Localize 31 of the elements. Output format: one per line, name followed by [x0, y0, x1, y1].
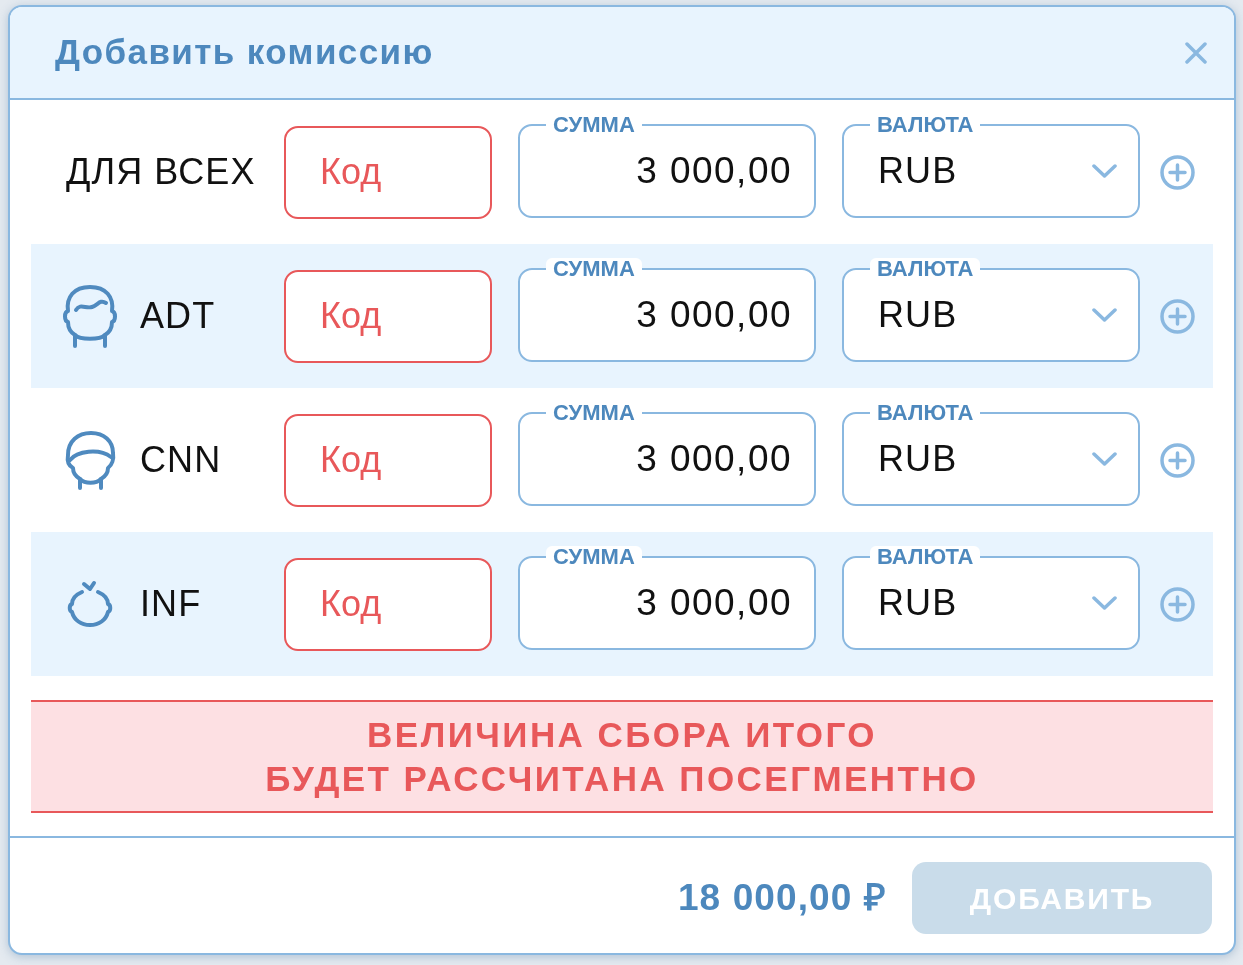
currency-select[interactable]: ВАЛЮТА RUB: [842, 114, 1140, 218]
currency-select[interactable]: ВАЛЮТА RUB: [842, 258, 1140, 362]
infant-head-icon: [66, 580, 114, 628]
plus-circle-icon[interactable]: [1160, 442, 1195, 478]
plus-circle-icon[interactable]: [1160, 298, 1195, 334]
code-field[interactable]: Код: [284, 125, 492, 219]
currency-select[interactable]: ВАЛЮТА RUB: [842, 546, 1140, 650]
passenger-type-label: ADT: [140, 294, 216, 338]
currency-select[interactable]: ВАЛЮТА RUB: [842, 402, 1140, 506]
child-head-icon: [63, 429, 117, 491]
code-field[interactable]: Код: [284, 269, 492, 363]
adult-head-icon: [62, 283, 118, 349]
close-icon[interactable]: [1185, 41, 1207, 64]
chevron-down-icon: [1092, 308, 1117, 322]
warning-message: ВЕЛИЧИНА СБОРА ИТОГО БУДЕТ РАССЧИТАНА ПОСЕГМЕНТНО: [31, 700, 1213, 813]
chevron-down-icon: [1092, 452, 1117, 466]
passenger-type-label: INF: [140, 582, 202, 626]
code-field[interactable]: Код: [284, 413, 492, 507]
amount-field[interactable]: СУММА 3 000,00: [518, 114, 816, 218]
total-amount: 18 000,00 ₽: [677, 876, 887, 921]
code-field[interactable]: Код: [284, 557, 492, 651]
chevron-down-icon: [1092, 164, 1117, 178]
plus-circle-icon[interactable]: [1160, 154, 1195, 190]
passenger-type-label: ДЛЯ ВСЕХ: [66, 150, 256, 194]
amount-field[interactable]: СУММА 3 000,00: [518, 402, 816, 506]
chevron-down-icon: [1092, 596, 1117, 610]
plus-circle-icon[interactable]: [1160, 586, 1195, 622]
amount-field[interactable]: СУММА 3 000,00: [518, 546, 816, 650]
passenger-type-label: CNN: [140, 438, 222, 482]
dialog-title: Добавить комиссию: [55, 31, 434, 74]
amount-field[interactable]: СУММА 3 000,00: [518, 258, 816, 362]
